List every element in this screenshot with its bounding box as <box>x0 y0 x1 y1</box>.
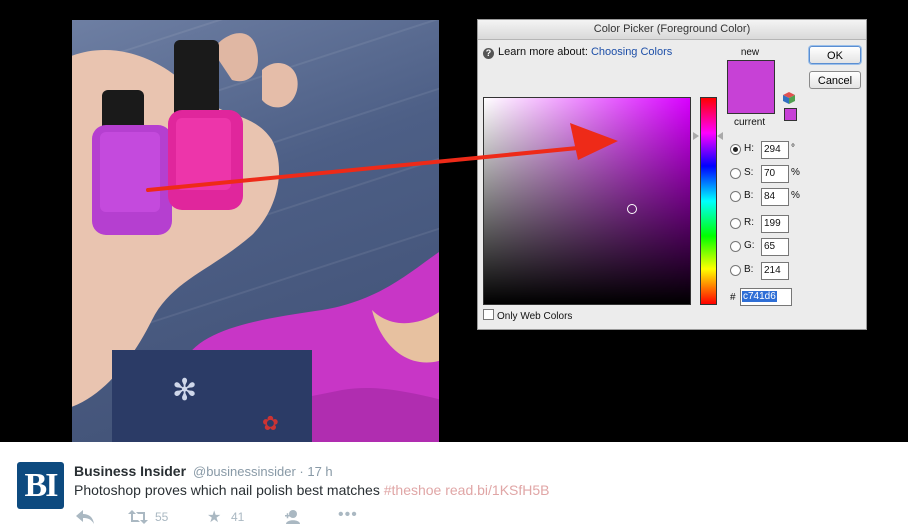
author-name[interactable]: Business Insider <box>74 463 186 479</box>
hue-radio[interactable] <box>730 144 741 155</box>
brightness-unit: % <box>791 190 800 201</box>
hashtag-link[interactable]: #theshoe <box>384 482 442 498</box>
retweet-count: 55 <box>155 510 169 524</box>
saturation-brightness-field[interactable] <box>483 97 691 305</box>
nail-polish-photo: ✻ ✿ <box>72 20 439 442</box>
avatar[interactable]: BI <box>17 462 64 509</box>
author-handle-time[interactable]: @businessinsider · 17 h <box>193 464 333 479</box>
tweet: BI Business Insider @businessinsider · 1… <box>0 442 908 527</box>
hue-label: H: <box>744 143 754 154</box>
hue-arrow-right-icon[interactable] <box>717 132 723 140</box>
star-icon: ★ <box>207 509 222 526</box>
brightness-label: B: <box>744 190 754 201</box>
hue-unit: ° <box>791 143 795 154</box>
hex-label: # <box>730 292 736 303</box>
learn-more-row: ? Learn more about: Choosing Colors <box>483 46 672 59</box>
follow-icon[interactable] <box>284 510 304 527</box>
current-color-swatch[interactable] <box>727 86 775 114</box>
red-input[interactable]: 199 <box>761 215 789 233</box>
hue-slider[interactable] <box>700 97 717 305</box>
learn-label: Learn more about: <box>498 46 588 58</box>
svg-text:✻: ✻ <box>172 373 197 408</box>
hex-value: c741d6 <box>742 291 777 302</box>
url-link[interactable]: read.bi/1KSfH5B <box>441 482 549 498</box>
red-radio[interactable] <box>730 218 741 229</box>
tweet-body: Photoshop proves which nail polish best … <box>74 482 384 498</box>
retweet-button[interactable]: 55 <box>128 510 168 527</box>
hue-arrow-left-icon[interactable] <box>693 132 699 140</box>
saturation-unit: % <box>791 167 800 178</box>
more-icon[interactable]: ••• <box>338 506 358 524</box>
reply-icon[interactable] <box>76 510 94 527</box>
cancel-button[interactable]: Cancel <box>809 71 861 89</box>
favorite-count: 41 <box>231 510 245 524</box>
color-picker-dialog: Color Picker (Foreground Color) ? Learn m… <box>477 19 867 330</box>
green-input[interactable]: 65 <box>761 238 789 256</box>
green-label: G: <box>744 240 755 251</box>
tweet-text: Photoshop proves which nail polish best … <box>74 482 550 498</box>
new-color-swatch <box>727 60 775 87</box>
svg-text:✿: ✿ <box>262 411 279 435</box>
brightness-radio[interactable] <box>730 191 741 202</box>
dialog-title: Color Picker (Foreground Color) <box>478 20 866 40</box>
brightness-input[interactable]: 84 <box>761 188 789 206</box>
ok-button[interactable]: OK <box>809 46 861 64</box>
tweet-media[interactable]: ✻ ✿ Color Picker (Foreground Color) ? Lea… <box>0 0 908 442</box>
help-icon[interactable]: ? <box>483 48 494 59</box>
only-web-colors-label: Only Web Colors <box>497 311 573 322</box>
current-label: current <box>734 117 766 128</box>
saturation-input[interactable]: 70 <box>761 165 789 183</box>
green-radio[interactable] <box>730 241 741 252</box>
hex-input[interactable]: c741d6 <box>740 288 792 306</box>
gamut-cube-icon[interactable] <box>783 92 795 104</box>
only-web-colors-row[interactable]: Only Web Colors <box>483 309 572 322</box>
saturation-radio[interactable] <box>730 168 741 179</box>
only-web-colors-checkbox[interactable] <box>483 309 494 320</box>
blue-label: B: <box>744 264 754 275</box>
field-cursor[interactable] <box>627 204 637 214</box>
web-safe-swatch[interactable] <box>784 108 797 121</box>
blue-radio[interactable] <box>730 265 741 276</box>
blue-input[interactable]: 214 <box>761 262 789 280</box>
hue-input[interactable]: 294 <box>761 141 789 159</box>
red-label: R: <box>744 217 754 228</box>
sock-image: ✻ ✿ <box>112 350 312 442</box>
choosing-colors-link[interactable]: Choosing Colors <box>591 46 672 58</box>
saturation-label: S: <box>744 167 754 178</box>
new-label: new <box>740 47 760 58</box>
retweet-icon <box>128 510 148 524</box>
